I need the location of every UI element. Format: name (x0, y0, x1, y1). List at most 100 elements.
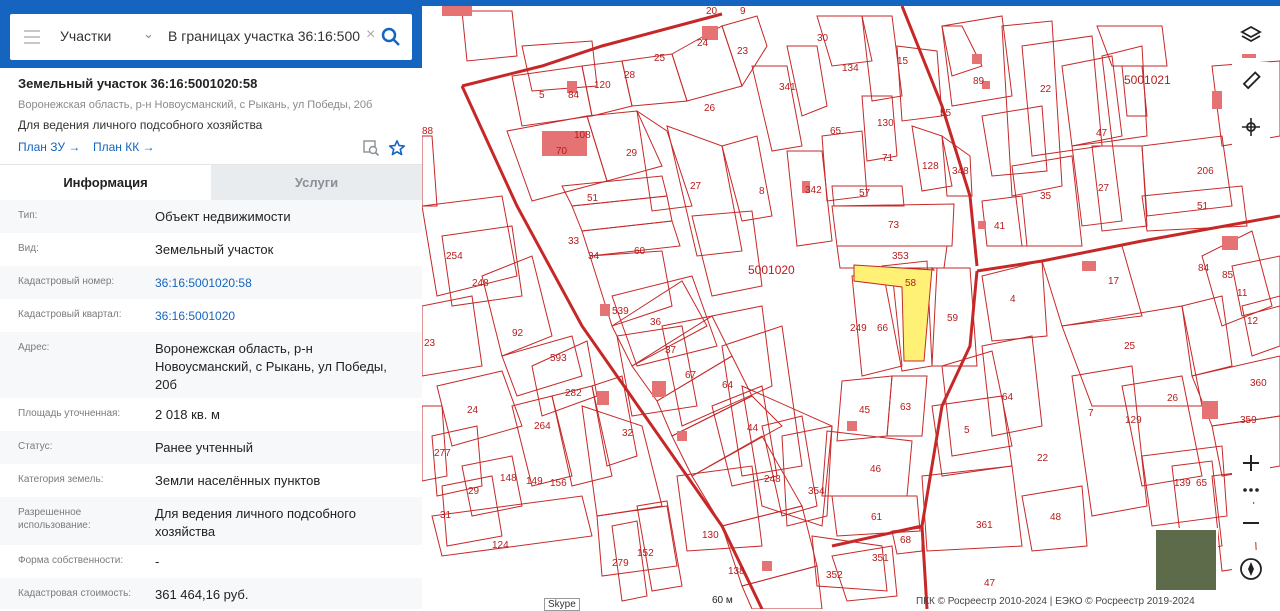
parcel-label-46: 46 (870, 464, 882, 475)
object-address: Воронежская область, р-н Новоусманский, … (18, 99, 373, 111)
parcel-label-593: 593 (550, 353, 567, 364)
info-row-area: Площадь уточненная: 2 018 кв. м (0, 398, 422, 431)
info-panel: Участки ⌄ В границах участка 36:16:500 ×… (0, 6, 422, 609)
zoom-in-button[interactable] (1232, 444, 1270, 482)
compass-button[interactable] (1232, 550, 1270, 588)
search-button[interactable] (378, 24, 404, 50)
parcel-label-156: 156 (550, 478, 567, 489)
parcel-label-24: 24 (697, 38, 709, 49)
parcel-label-359: 359 (1240, 415, 1257, 426)
parcel-label-360: 360 (1250, 378, 1267, 389)
parcel-label-88: 88 (422, 126, 434, 137)
parcel-label-351: 351 (872, 553, 889, 564)
parcel-label-23b: 23 (424, 338, 436, 349)
info-value: 2 018 кв. м (155, 407, 220, 422)
parcel-label-27b: 27 (1098, 183, 1110, 194)
info-row-ownership: Форма собственности: - (0, 545, 422, 578)
parcel-label-59: 59 (947, 313, 959, 324)
parcel-label-25b: 25 (1124, 341, 1136, 352)
quarter-label-0: 5001020 (748, 263, 795, 277)
clear-icon[interactable]: × (366, 26, 375, 44)
info-row-address: Адрес: Воронежская область, р-н Новоусма… (0, 332, 422, 398)
locate-point-button[interactable] (1232, 108, 1270, 146)
measure-button[interactable] (1232, 62, 1270, 100)
menu-icon[interactable] (24, 30, 40, 48)
layers-button[interactable] (1232, 16, 1270, 54)
info-value: Объект недвижимости (155, 209, 291, 224)
panel-tabs: Информация Услуги (0, 164, 422, 201)
parcel-label-70: 70 (556, 146, 568, 157)
tab-services[interactable]: Услуги (211, 165, 422, 201)
parcel-label-63: 63 (900, 402, 912, 413)
skype-badge: Skype (544, 598, 580, 611)
chevron-down-icon[interactable]: ⌄ (143, 26, 154, 42)
parcel-label-254: 254 (446, 251, 463, 262)
basemap-switch-thumbnail[interactable] (1154, 528, 1218, 592)
map-canvas[interactable]: 5001020 5001021 58 353 73 57 249 66 59 4… (422, 6, 1280, 609)
parcel-label-85: 85 (1222, 270, 1234, 281)
plan-kk-link[interactable]: План КК → (93, 140, 155, 154)
zoom-out-button[interactable] (1232, 504, 1270, 542)
parcel-label-25: 25 (654, 53, 666, 64)
parcel-boundaries (422, 10, 1280, 609)
parcel-label-134: 134 (842, 63, 859, 74)
parcel-label-36: 36 (650, 317, 662, 328)
parcel-label-57: 57 (859, 188, 871, 199)
info-key: Адрес: (18, 342, 50, 353)
parcel-label-341: 341 (779, 82, 796, 93)
parcel-label-84b: 84 (1198, 263, 1210, 274)
parcel-label-31: 31 (440, 510, 452, 521)
info-key: Разрешенное использование: (18, 507, 91, 531)
favorite-star-icon[interactable] (388, 139, 406, 162)
parcel-label-65b: 65 (1196, 478, 1208, 489)
info-value: Земельный участок (155, 242, 274, 257)
parcel-label-26: 26 (704, 103, 716, 114)
search-type-select[interactable]: Участки (60, 28, 111, 44)
info-key: Кадастровый квартал: (18, 309, 122, 320)
info-row-kind: Вид: Земельный участок (0, 233, 422, 266)
object-purpose: Для ведения личного подсобного хозяйства (18, 118, 263, 132)
parcel-label-37: 37 (665, 345, 677, 356)
parcel-label-30: 30 (817, 33, 829, 44)
parcel-label-48: 48 (1050, 512, 1062, 523)
cadastral-number-link[interactable]: 36:16:5001020:58 (155, 274, 410, 292)
parcel-label-68: 68 (900, 535, 912, 546)
info-key: Тип: (18, 210, 38, 221)
search-input[interactable]: В границах участка 36:16:500 (168, 28, 360, 44)
parcel-label-33: 33 (568, 236, 580, 247)
selected-parcel-58[interactable] (853, 264, 936, 362)
parcel-label-73: 73 (888, 220, 900, 231)
parcel-label-45: 45 (859, 405, 871, 416)
plan-zu-link[interactable]: План ЗУ → (18, 140, 80, 154)
info-key: Статус: (18, 441, 53, 452)
parcel-label-342: 342 (805, 185, 822, 196)
parcel-label-353: 353 (892, 251, 909, 262)
cadastral-quarter-link[interactable]: 36:16:5001020 (155, 307, 410, 325)
collapse-panel-button[interactable]: ‹ (422, 14, 436, 48)
parcel-label-11: 11 (1237, 288, 1248, 299)
search-box: Участки ⌄ В границах участка 36:16:500 × (10, 14, 412, 60)
parcel-label-264: 264 (534, 421, 551, 432)
parcel-label-71: 71 (882, 153, 894, 164)
map-attribution: ПКК © Росреестр 2010-2024 | ЕЭКО © Росре… (916, 596, 1195, 607)
parcel-label-124: 124 (492, 540, 509, 551)
compass-icon (1240, 558, 1262, 580)
more-button[interactable] (1232, 478, 1270, 502)
parcel-label-67: 67 (685, 370, 697, 381)
map-scale: 60 м (712, 595, 733, 606)
parcel-label-7: 7 (1088, 408, 1094, 419)
ellipsis-icon (1243, 488, 1259, 492)
parcel-label-29b: 29 (468, 486, 480, 497)
parcel-label-20: 20 (706, 6, 718, 17)
tab-info[interactable]: Информация (0, 165, 211, 201)
cadastral-map[interactable]: 5001020 5001021 58 353 73 57 249 66 59 4… (422, 6, 1280, 609)
parcel-label-64: 64 (722, 380, 734, 391)
info-row-land-category: Категория земель: Земли населённых пункт… (0, 464, 422, 497)
zoom-to-object-icon[interactable] (362, 139, 380, 162)
info-value: Для ведения личного подсобного хозяйства (155, 506, 356, 539)
parcel-label-23: 23 (737, 46, 749, 57)
parcel-label-26b: 26 (1167, 393, 1179, 404)
search-header: Участки ⌄ В границах участка 36:16:500 × (0, 6, 422, 68)
parcel-label-92: 92 (512, 328, 524, 339)
info-key: Кадастровый номер: (18, 276, 115, 287)
